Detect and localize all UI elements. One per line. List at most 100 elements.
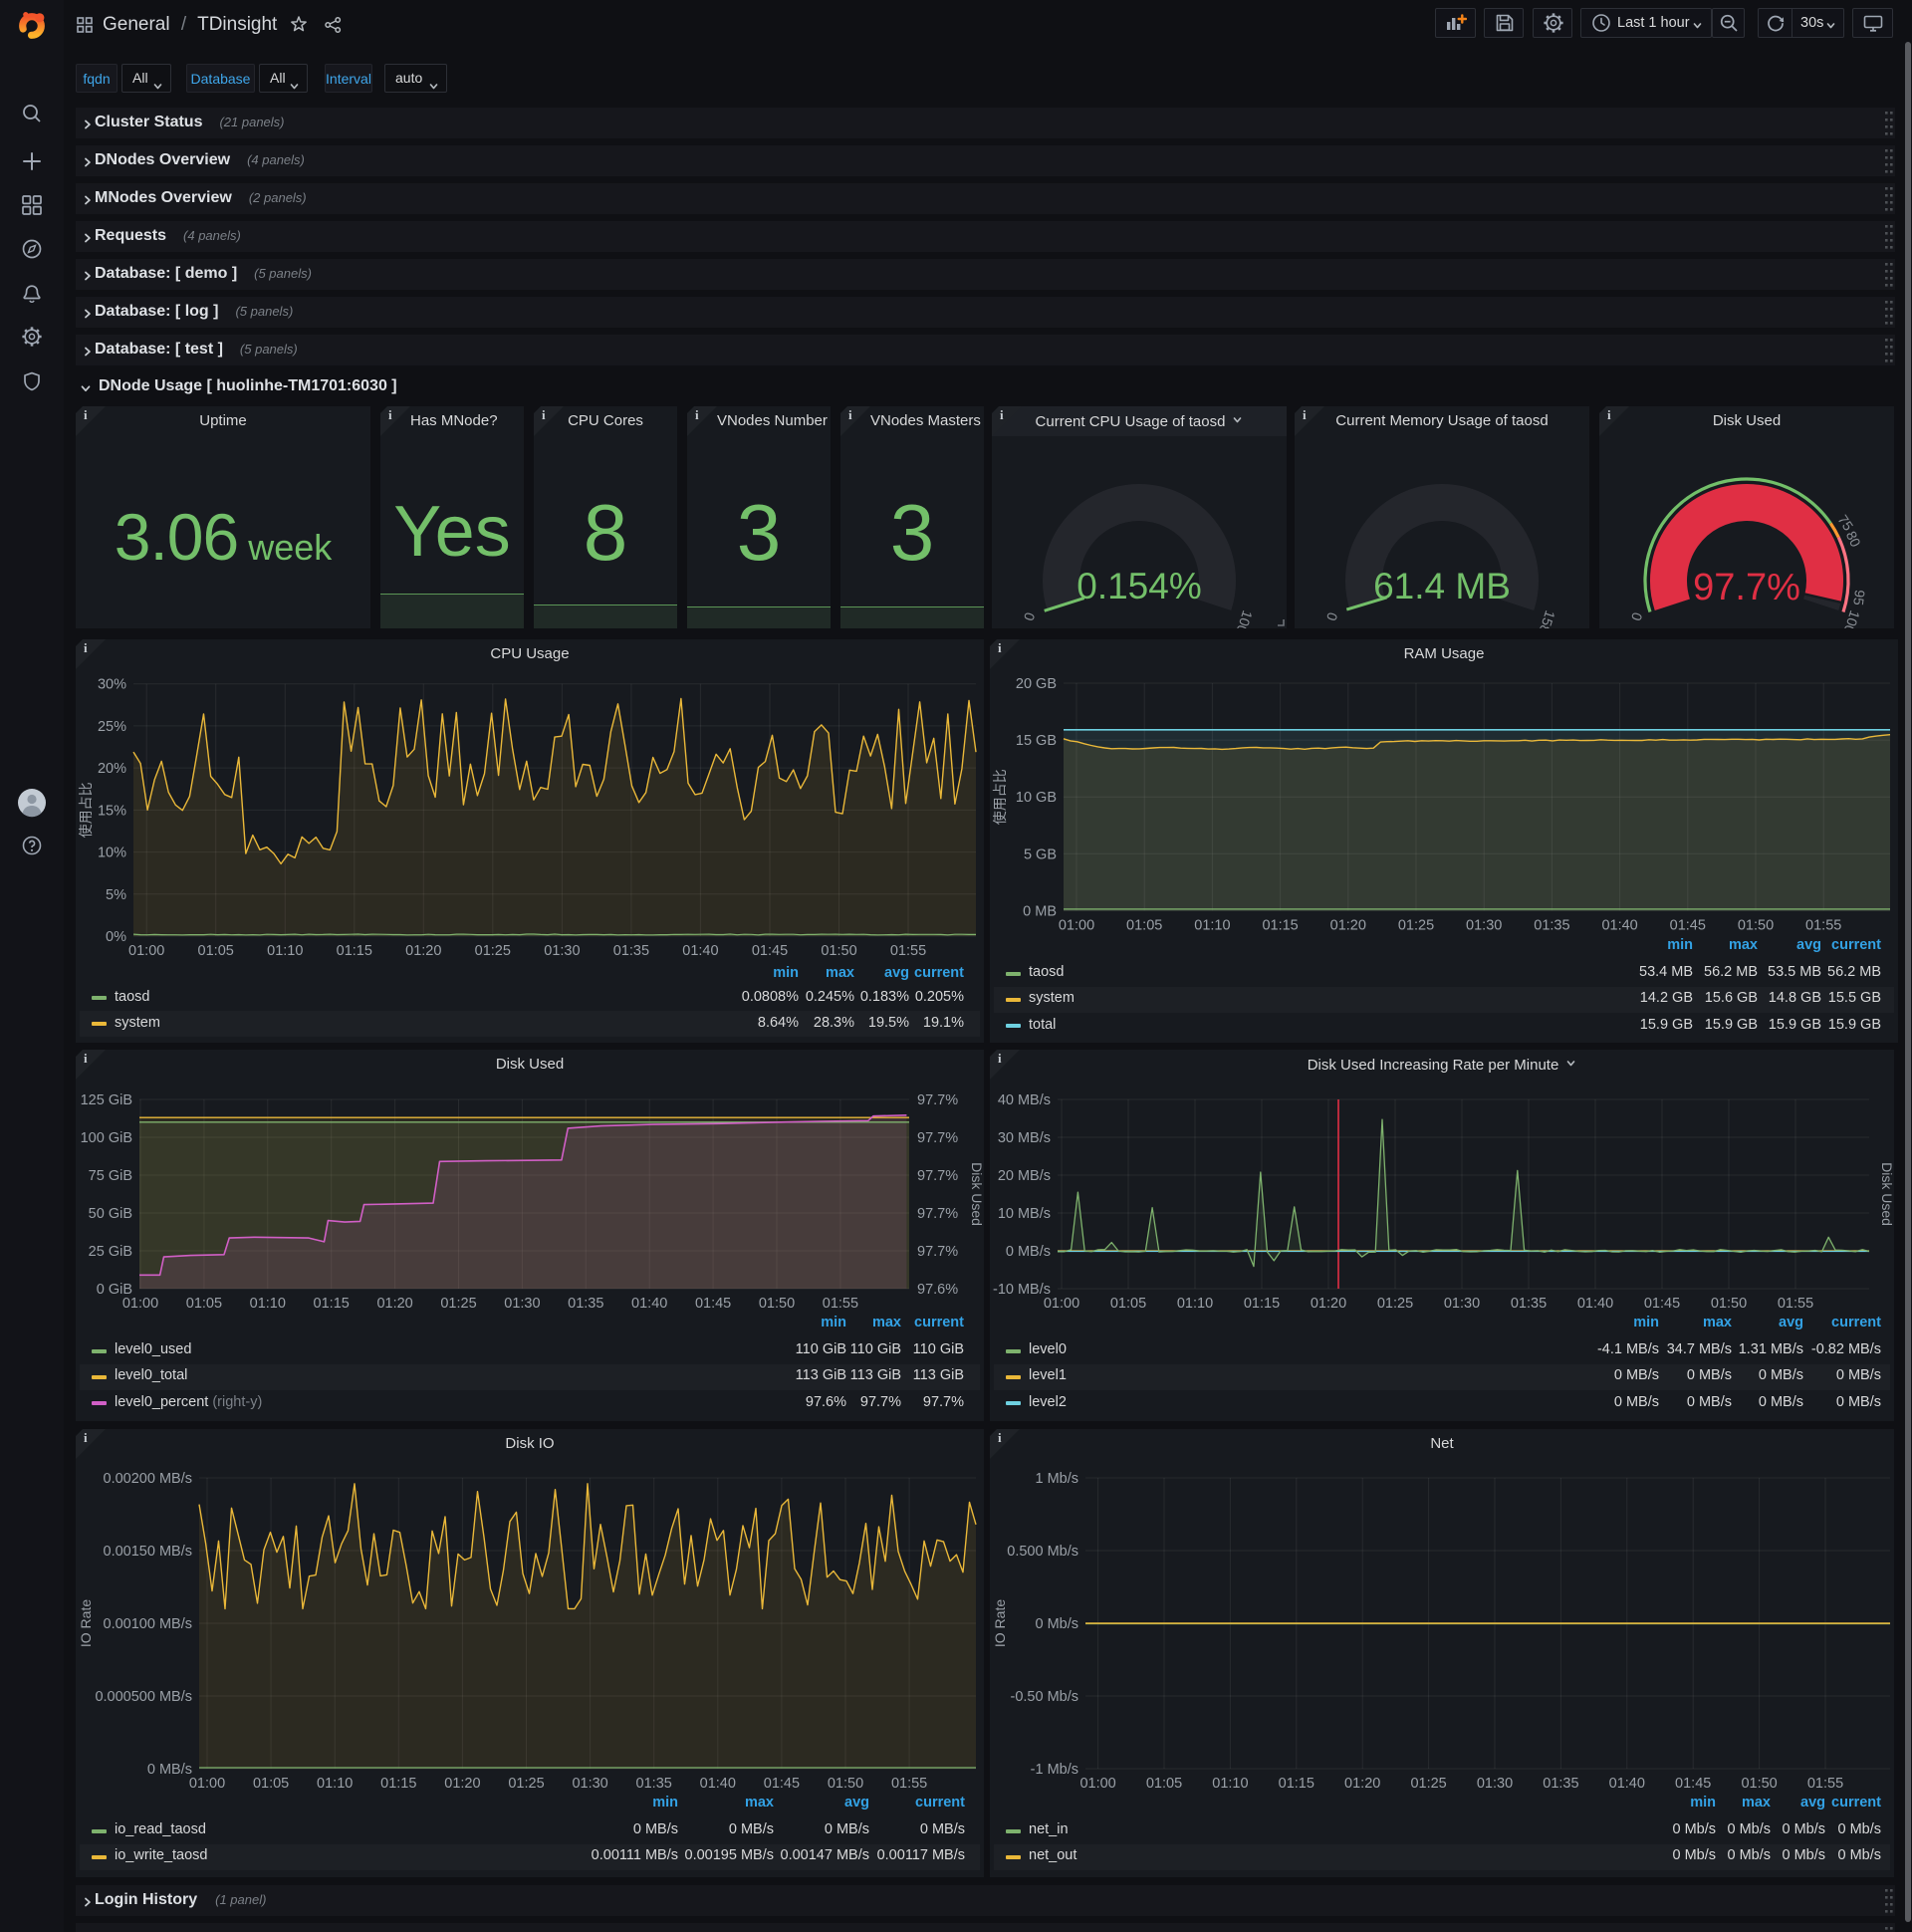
svg-text:5 GB: 5 GB bbox=[1024, 846, 1057, 862]
svg-text:01:45: 01:45 bbox=[1644, 1296, 1680, 1312]
svg-text:01:30: 01:30 bbox=[572, 1776, 607, 1792]
svg-text:01:05: 01:05 bbox=[186, 1296, 222, 1312]
svg-text:i: i bbox=[1000, 407, 1004, 422]
svg-text:IO Rate: IO Rate bbox=[78, 1599, 94, 1647]
svg-text:01:55: 01:55 bbox=[890, 943, 926, 959]
svg-text:01:00: 01:00 bbox=[1059, 917, 1094, 933]
svg-text:0%: 0% bbox=[106, 929, 126, 945]
svg-text:使用占比: 使用占比 bbox=[78, 782, 94, 838]
svg-text:0 MB: 0 MB bbox=[1023, 903, 1057, 919]
svg-text:75 GiB: 75 GiB bbox=[89, 1168, 132, 1184]
svg-text:-1 Mb/s: -1 Mb/s bbox=[1031, 1762, 1078, 1778]
svg-text:0 MB/s: 0 MB/s bbox=[147, 1762, 192, 1778]
svg-text:Disk Used: Disk Used bbox=[969, 1162, 984, 1226]
svg-text:100 GiB: 100 GiB bbox=[81, 1130, 132, 1146]
svg-text:01:50: 01:50 bbox=[1741, 1776, 1777, 1792]
svg-text:01:25: 01:25 bbox=[475, 943, 511, 959]
svg-text:01:50: 01:50 bbox=[759, 1296, 795, 1312]
svg-text:10 MB/s: 10 MB/s bbox=[998, 1206, 1051, 1222]
svg-text:使用占比: 使用占比 bbox=[992, 769, 1008, 825]
svg-text:01:20: 01:20 bbox=[444, 1776, 480, 1792]
svg-text:97.7%: 97.7% bbox=[917, 1206, 958, 1222]
svg-text:01:10: 01:10 bbox=[1194, 917, 1230, 933]
svg-text:01:40: 01:40 bbox=[1601, 917, 1637, 933]
svg-text:01:30: 01:30 bbox=[504, 1296, 540, 1312]
svg-text:01:15: 01:15 bbox=[1279, 1776, 1314, 1792]
svg-text:01:30: 01:30 bbox=[1477, 1776, 1513, 1792]
svg-text:95: 95 bbox=[1850, 589, 1868, 606]
svg-text:01:50: 01:50 bbox=[828, 1776, 863, 1792]
svg-text:5%: 5% bbox=[106, 887, 126, 903]
svg-text:125 GiB: 125 GiB bbox=[81, 1092, 132, 1108]
svg-text:01:35: 01:35 bbox=[613, 943, 649, 959]
svg-text:1589: 1589 bbox=[1534, 608, 1558, 628]
svg-text:i: i bbox=[848, 407, 852, 422]
svg-text:01:35: 01:35 bbox=[568, 1296, 603, 1312]
svg-text:01:00: 01:00 bbox=[1044, 1296, 1079, 1312]
svg-text:01:30: 01:30 bbox=[1466, 917, 1502, 933]
svg-text:01:10: 01:10 bbox=[250, 1296, 286, 1312]
svg-text:97.7%: 97.7% bbox=[1693, 567, 1800, 608]
svg-text:01:40: 01:40 bbox=[1577, 1296, 1613, 1312]
svg-text:01:15: 01:15 bbox=[337, 943, 372, 959]
svg-text:01:20: 01:20 bbox=[405, 943, 441, 959]
svg-text:20 MB/s: 20 MB/s bbox=[998, 1168, 1051, 1184]
svg-text:01:05: 01:05 bbox=[253, 1776, 289, 1792]
svg-text:0.000500 MB/s: 0.000500 MB/s bbox=[95, 1689, 192, 1705]
svg-text:50 GiB: 50 GiB bbox=[89, 1206, 132, 1222]
svg-text:10%: 10% bbox=[98, 845, 126, 861]
svg-text:01:55: 01:55 bbox=[1805, 917, 1841, 933]
svg-text:0: 0 bbox=[1628, 610, 1646, 623]
svg-text:01:50: 01:50 bbox=[1711, 1296, 1747, 1312]
svg-text:10 GB: 10 GB bbox=[1016, 790, 1057, 806]
svg-text:01:40: 01:40 bbox=[700, 1776, 736, 1792]
svg-text:01:50: 01:50 bbox=[1738, 917, 1774, 933]
svg-text:01:00: 01:00 bbox=[1079, 1776, 1115, 1792]
svg-text:-10 MB/s: -10 MB/s bbox=[993, 1282, 1051, 1298]
svg-text:40 MB/s: 40 MB/s bbox=[998, 1092, 1051, 1108]
svg-text:01:45: 01:45 bbox=[752, 943, 788, 959]
svg-text:01:40: 01:40 bbox=[631, 1296, 667, 1312]
svg-text:01:25: 01:25 bbox=[1377, 1296, 1413, 1312]
svg-text:0.500 Mb/s: 0.500 Mb/s bbox=[1007, 1544, 1078, 1560]
svg-text:61.4 MB: 61.4 MB bbox=[1373, 566, 1511, 606]
svg-text:97.6%: 97.6% bbox=[917, 1282, 958, 1298]
svg-text:01:25: 01:25 bbox=[1398, 917, 1434, 933]
svg-text:01:55: 01:55 bbox=[891, 1776, 927, 1792]
svg-text:i: i bbox=[388, 407, 392, 422]
svg-text:01:40: 01:40 bbox=[682, 943, 718, 959]
svg-text:01:15: 01:15 bbox=[314, 1296, 350, 1312]
svg-text:0: 0 bbox=[1323, 610, 1341, 623]
svg-text:01:25: 01:25 bbox=[508, 1776, 544, 1792]
svg-text:0.00150 MB/s: 0.00150 MB/s bbox=[104, 1544, 192, 1560]
svg-text:01:55: 01:55 bbox=[1807, 1776, 1843, 1792]
svg-text:01:50: 01:50 bbox=[821, 943, 856, 959]
svg-text:15 GB: 15 GB bbox=[1016, 733, 1057, 749]
svg-text:01:10: 01:10 bbox=[1177, 1296, 1213, 1312]
svg-text:0 Mb/s: 0 Mb/s bbox=[1035, 1616, 1078, 1632]
svg-text:01:30: 01:30 bbox=[544, 943, 580, 959]
svg-text:25%: 25% bbox=[98, 719, 126, 735]
svg-text:01:05: 01:05 bbox=[198, 943, 234, 959]
svg-text:01:10: 01:10 bbox=[267, 943, 303, 959]
svg-text:0: 0 bbox=[1021, 610, 1039, 623]
svg-text:01:10: 01:10 bbox=[1212, 1776, 1248, 1792]
svg-text:01:20: 01:20 bbox=[1344, 1776, 1380, 1792]
svg-text:01:45: 01:45 bbox=[1670, 917, 1706, 933]
svg-text:0.00200 MB/s: 0.00200 MB/s bbox=[104, 1471, 192, 1487]
svg-text:01:25: 01:25 bbox=[1410, 1776, 1446, 1792]
svg-text:20 GB: 20 GB bbox=[1016, 676, 1057, 692]
svg-text:01:30: 01:30 bbox=[1444, 1296, 1480, 1312]
svg-text:01:40: 01:40 bbox=[1609, 1776, 1645, 1792]
svg-text:IO Rate: IO Rate bbox=[992, 1599, 1008, 1647]
svg-text:15%: 15% bbox=[98, 803, 126, 819]
svg-text:01:00: 01:00 bbox=[189, 1776, 225, 1792]
svg-text:30%: 30% bbox=[98, 677, 126, 693]
svg-text:01:05: 01:05 bbox=[1126, 917, 1162, 933]
svg-text:0 MB/s: 0 MB/s bbox=[1006, 1244, 1051, 1260]
svg-text:01:05: 01:05 bbox=[1146, 1776, 1182, 1792]
svg-text:01:00: 01:00 bbox=[128, 943, 164, 959]
svg-text:01:15: 01:15 bbox=[1244, 1296, 1280, 1312]
svg-text:25 GiB: 25 GiB bbox=[89, 1244, 132, 1260]
svg-text:0.154%: 0.154% bbox=[1076, 566, 1202, 606]
